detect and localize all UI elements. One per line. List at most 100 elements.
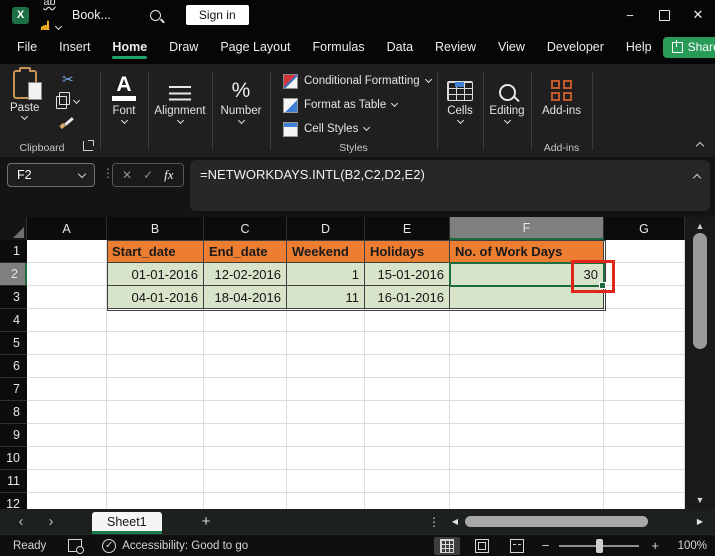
cell-B8[interactable]	[107, 401, 204, 424]
editing-menu-button[interactable]: Editing	[483, 64, 531, 157]
maximize-button[interactable]	[647, 0, 681, 30]
cell-B10[interactable]	[107, 447, 204, 470]
row-header-7[interactable]: 7	[0, 378, 27, 401]
horizontal-scrollbar-thumb[interactable]	[465, 516, 648, 527]
conditional-formatting-button[interactable]: Conditional Formatting	[270, 69, 437, 93]
tab-review[interactable]: Review	[424, 32, 487, 62]
minimize-button[interactable]: −	[613, 0, 647, 30]
cell-A5[interactable]	[27, 332, 107, 355]
sheet-options-icon[interactable]: ⋮	[428, 515, 440, 529]
tab-file[interactable]: File	[6, 32, 48, 62]
cell-F8[interactable]	[450, 401, 604, 424]
cell-styles-button[interactable]: Cell Styles	[270, 117, 437, 141]
cell-D8[interactable]	[287, 401, 365, 424]
cell-D1[interactable]: Weekend	[287, 240, 365, 263]
cell-B2[interactable]: 01-01-2016	[107, 263, 204, 286]
cell-B9[interactable]	[107, 424, 204, 447]
cell-B3[interactable]: 04-01-2016	[107, 286, 204, 309]
row-header-1[interactable]: 1	[0, 240, 27, 263]
format-as-table-button[interactable]: Format as Table	[270, 93, 437, 117]
format-painter-button[interactable]	[60, 116, 73, 129]
cell-E8[interactable]	[365, 401, 450, 424]
cell-A11[interactable]	[27, 470, 107, 493]
cell-D2[interactable]: 1	[287, 263, 365, 286]
cell-A1[interactable]	[27, 240, 107, 263]
horizontal-scrollbar-track[interactable]	[462, 516, 693, 527]
cell-F9[interactable]	[450, 424, 604, 447]
tab-formulas[interactable]: Formulas	[302, 32, 376, 62]
cell-B11[interactable]	[107, 470, 204, 493]
cell-C10[interactable]	[204, 447, 287, 470]
cell-A8[interactable]	[27, 401, 107, 424]
previous-sheet-icon[interactable]: ‹	[6, 514, 36, 529]
row-header-5[interactable]: 5	[0, 332, 27, 355]
row-header-11[interactable]: 11	[0, 470, 27, 493]
zoom-slider[interactable]	[559, 538, 640, 553]
sign-in-button[interactable]: Sign in	[185, 5, 249, 25]
cell-E11[interactable]	[365, 470, 450, 493]
copy-button[interactable]	[56, 92, 81, 109]
cell-B4[interactable]	[107, 309, 204, 332]
cell-D10[interactable]	[287, 447, 365, 470]
cell-D4[interactable]	[287, 309, 365, 332]
column-header-D[interactable]: D	[287, 217, 365, 240]
insert-function-icon[interactable]: fx	[164, 167, 173, 183]
cell-D7[interactable]	[287, 378, 365, 401]
alignment-menu-button[interactable]: Alignment	[148, 64, 212, 157]
cell-A12[interactable]	[27, 493, 107, 509]
cell-D6[interactable]	[287, 355, 365, 378]
cell-G7[interactable]	[604, 378, 685, 401]
cell-G4[interactable]	[604, 309, 685, 332]
cell-C1[interactable]: End_date	[204, 240, 287, 263]
cell-G1[interactable]	[604, 240, 685, 263]
cell-G9[interactable]	[604, 424, 685, 447]
macro-record-icon[interactable]	[68, 539, 85, 554]
row-header-12[interactable]: 12	[0, 493, 27, 509]
row-header-6[interactable]: 6	[0, 355, 27, 378]
cut-button[interactable]: ✂	[62, 72, 74, 86]
formula-input[interactable]: =NETWORKDAYS.INTL(B2,C2,D2,E2)	[190, 160, 710, 211]
cell-C9[interactable]	[204, 424, 287, 447]
cell-G8[interactable]	[604, 401, 685, 424]
search-button[interactable]	[143, 2, 168, 28]
cell-F11[interactable]	[450, 470, 604, 493]
cell-F6[interactable]	[450, 355, 604, 378]
cell-C12[interactable]	[204, 493, 287, 509]
enter-icon[interactable]: ✓	[143, 168, 153, 182]
collapse-formula-bar-button[interactable]	[692, 173, 702, 183]
cell-E12[interactable]	[365, 493, 450, 509]
row-header-8[interactable]: 8	[0, 401, 27, 424]
cell-G5[interactable]	[604, 332, 685, 355]
scroll-right-icon[interactable]: ▶	[693, 517, 707, 526]
cell-D3[interactable]: 11	[287, 286, 365, 309]
cell-B1[interactable]: Start_date	[107, 240, 204, 263]
cell-C11[interactable]	[204, 470, 287, 493]
accessibility-status[interactable]: Accessibility: Good to go	[122, 540, 248, 552]
row-header-3[interactable]: 3	[0, 286, 27, 309]
cell-A10[interactable]	[27, 447, 107, 470]
tab-page-layout[interactable]: Page Layout	[209, 32, 301, 62]
scroll-down-icon[interactable]: ▼	[685, 495, 715, 505]
cell-F12[interactable]	[450, 493, 604, 509]
cell-D5[interactable]	[287, 332, 365, 355]
vertical-scrollbar-thumb[interactable]	[693, 233, 707, 349]
cell-G6[interactable]	[604, 355, 685, 378]
cell-E4[interactable]	[365, 309, 450, 332]
cell-A6[interactable]	[27, 355, 107, 378]
share-button[interactable]: Share	[662, 36, 715, 58]
cells-menu-button[interactable]: Cells	[437, 64, 483, 157]
cell-A9[interactable]	[27, 424, 107, 447]
tab-data[interactable]: Data	[376, 32, 424, 62]
row-header-10[interactable]: 10	[0, 447, 27, 470]
cell-F7[interactable]	[450, 378, 604, 401]
cell-G10[interactable]	[604, 447, 685, 470]
replace-button[interactable]: ab	[37, 0, 62, 15]
row-header-2[interactable]: 2	[0, 263, 27, 286]
paste-button[interactable]: Paste	[10, 67, 42, 121]
tab-insert[interactable]: Insert	[48, 32, 101, 62]
row-header-4[interactable]: 4	[0, 309, 27, 332]
tab-view[interactable]: View	[487, 32, 536, 62]
cell-F2[interactable]: 30	[450, 263, 604, 286]
cell-A2[interactable]	[27, 263, 107, 286]
column-header-C[interactable]: C	[204, 217, 287, 240]
